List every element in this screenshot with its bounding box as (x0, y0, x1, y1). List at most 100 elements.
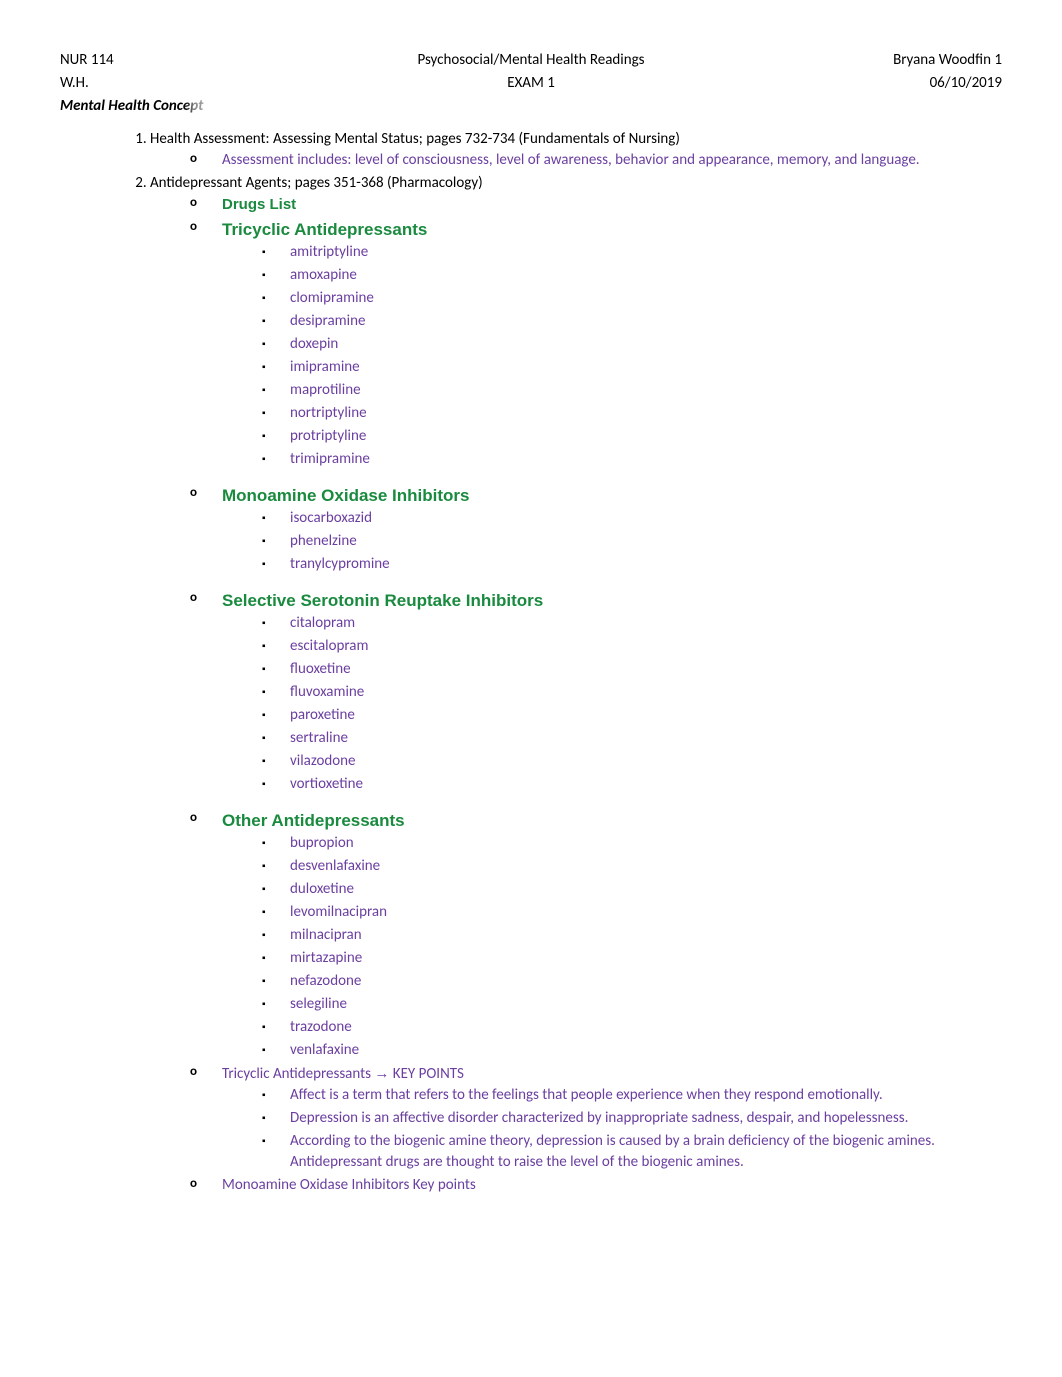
subtitle: Mental Health Concept (60, 96, 1002, 117)
course-code: NUR 114 (60, 50, 260, 71)
ssri-title: Selective Serotonin Reuptake Inhibitors (222, 591, 543, 610)
list-item: mirtazapine (262, 948, 1002, 969)
list-item: nefazodone (262, 971, 1002, 992)
list-item: levomilnacipran (262, 902, 1002, 923)
list-item-text: amoxapine (290, 266, 357, 284)
maoi-kp-title: Monoamine Oxidase Inhibitors Key points (222, 1176, 476, 1194)
list-item: phenelzine (262, 531, 1002, 552)
subtitle-text: Mental Health Concept (60, 97, 203, 115)
author-name: Bryana Woodfin 1 (802, 50, 1002, 71)
drugs-list-label: Drugs List (190, 194, 1002, 216)
list-item: escitalopram (262, 636, 1002, 657)
other-title: Other Antidepressants (222, 811, 405, 830)
item1-sub-text: Assessment includes: level of consciousn… (222, 151, 920, 169)
kp-title-a: Tricyclic Antidepressants (222, 1065, 374, 1083)
list-item-text: selegiline (290, 995, 347, 1013)
list-item-text: levomilnacipran (290, 903, 387, 921)
kp-title-b: KEY POINTS (389, 1065, 463, 1083)
list-item-text: Depression is an affective disorder char… (290, 1109, 908, 1127)
list-item-text: nortriptyline (290, 404, 367, 422)
header-row-1: NUR 114 Psychosocial/Mental Health Readi… (60, 50, 1002, 71)
tricyclic-keypoints-heading: Tricyclic Antidepressants → KEY POINTS A… (190, 1063, 1002, 1173)
list-item: clomipramine (262, 288, 1002, 309)
list-item-text: nefazodone (290, 972, 361, 990)
item1-sub: Assessment includes: level of consciousn… (190, 150, 1002, 171)
list-item-text: fluoxetine (290, 660, 351, 678)
list-item: selegiline (262, 994, 1002, 1015)
list-item: sertraline (262, 728, 1002, 749)
list-item-text: According to the biogenic amine theory, … (290, 1132, 935, 1171)
list-item: maprotiline (262, 380, 1002, 401)
list-item: milnacipran (262, 925, 1002, 946)
list-item: nortriptyline (262, 403, 1002, 424)
list-item: protriptyline (262, 426, 1002, 447)
drugs-list-text: Drugs List (222, 196, 296, 213)
list-item-text: isocarboxazid (290, 509, 372, 527)
doc-date: 06/10/2019 (802, 73, 1002, 94)
list-item-text: protriptyline (290, 427, 366, 445)
list-item: doxepin (262, 334, 1002, 355)
list-item-text: mirtazapine (290, 949, 362, 967)
list-item: According to the biogenic amine theory, … (262, 1131, 1002, 1173)
list-item: Affect is a term that refers to the feel… (262, 1085, 1002, 1106)
list-item: venlafaxine (262, 1040, 1002, 1061)
list-item-text: desipramine (290, 312, 365, 330)
ssri-drugs: citalopram escitalopram fluoxetine fluvoxa… (262, 613, 1002, 795)
list-item: trazodone (262, 1017, 1002, 1038)
tricyclic-title: Tricyclic Antidepressants (222, 220, 427, 239)
maoi-drugs: isocarboxazid phenelzine tranylcypromine (262, 508, 1002, 575)
arrow-icon: → (374, 1065, 389, 1082)
list-item-text: paroxetine (290, 706, 355, 724)
header-row-2: W.H. EXAM 1 06/10/2019 (60, 73, 1002, 94)
tricyclic-kp-title: Tricyclic Antidepressants → KEY POINTS (222, 1065, 464, 1083)
item2-text: Antidepressant Agents; pages 351-368 (Ph… (150, 174, 483, 192)
list-item-text: amitriptyline (290, 243, 368, 261)
maoi-keypoints-heading: Monoamine Oxidase Inhibitors Key points (190, 1175, 1002, 1196)
list-item-text: trazodone (290, 1018, 352, 1036)
list-item: bupropion (262, 833, 1002, 854)
list-item-text: trimipramine (290, 450, 370, 468)
list-item: duloxetine (262, 879, 1002, 900)
list-item-text: doxepin (290, 335, 338, 353)
maoi-heading: Monoamine Oxidase Inhibitors isocarboxaz… (190, 484, 1002, 575)
tricyclic-drugs: amitriptyline amoxapine clomipramine desipr… (262, 242, 1002, 470)
list-item-text: phenelzine (290, 532, 357, 550)
other-heading: Other Antidepressants bupropion desvenlaf… (190, 809, 1002, 1061)
doc-title: Psychosocial/Mental Health Readings (260, 50, 802, 71)
list-item: citalopram (262, 613, 1002, 634)
list-item-text: imipramine (290, 358, 360, 376)
list-item-text: milnacipran (290, 926, 362, 944)
blur-decoration (190, 94, 280, 118)
list-item-text: Affect is a term that refers to the feel… (290, 1086, 883, 1104)
ssri-heading: Selective Serotonin Reuptake Inhibitors … (190, 589, 1002, 795)
initials: W.H. (60, 73, 260, 94)
other-drugs: bupropion desvenlafaxine duloxetine levomil… (262, 833, 1002, 1061)
list-item-text: clomipramine (290, 289, 374, 307)
item1-sublist: Assessment includes: level of consciousn… (190, 150, 1002, 171)
list-item-1: Health Assessment: Assessing Mental Stat… (150, 129, 1002, 171)
list-item-text: escitalopram (290, 637, 368, 655)
list-item-text: vilazodone (290, 752, 356, 770)
list-item: desipramine (262, 311, 1002, 332)
list-item: vilazodone (262, 751, 1002, 772)
list-item: Depression is an affective disorder char… (262, 1108, 1002, 1129)
item1-text: Health Assessment: Assessing Mental Stat… (150, 130, 680, 148)
list-item: vortioxetine (262, 774, 1002, 795)
list-item-text: tranylcypromine (290, 555, 390, 573)
exam-label: EXAM 1 (260, 73, 802, 94)
list-item-text: fluvoxamine (290, 683, 364, 701)
main-ordered-list: Health Assessment: Assessing Mental Stat… (130, 129, 1002, 1196)
list-item: tranylcypromine (262, 554, 1002, 575)
list-item-text: desvenlafaxine (290, 857, 380, 875)
list-item: trimipramine (262, 449, 1002, 470)
tricyclic-heading: Tricyclic Antidepressants amitriptylinea… (190, 218, 1002, 470)
list-item: imipramine (262, 357, 1002, 378)
list-item: desvenlafaxine (262, 856, 1002, 877)
list-item: fluoxetine (262, 659, 1002, 680)
list-item: fluvoxamine (262, 682, 1002, 703)
list-item-text: citalopram (290, 614, 355, 632)
list-item: isocarboxazid (262, 508, 1002, 529)
list-item-text: venlafaxine (290, 1041, 359, 1059)
list-item-text: maprotiline (290, 381, 361, 399)
list-item: amoxapine (262, 265, 1002, 286)
